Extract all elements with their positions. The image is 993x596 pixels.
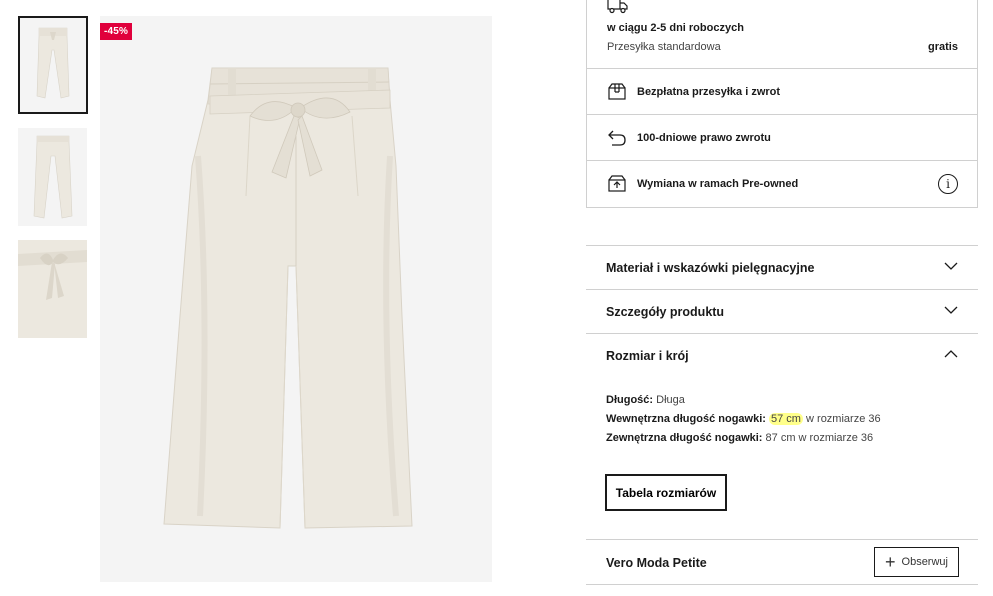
accordion-material[interactable]: Materiał i wskazówki pielęgnacyjne bbox=[586, 246, 978, 290]
product-accordion: Materiał i wskazówki pielęgnacyjne Szcze… bbox=[586, 245, 978, 378]
shipping-standard: w ciągu 2-5 dni roboczych Przesyłka stan… bbox=[587, 0, 977, 69]
box-icon bbox=[607, 82, 627, 102]
follow-label: Obserwuj bbox=[901, 556, 948, 568]
preowned-box-icon bbox=[607, 174, 627, 194]
plus-icon: + bbox=[885, 552, 896, 572]
discount-badge: -45% bbox=[100, 23, 133, 40]
shipping-price: gratis bbox=[928, 41, 958, 53]
trousers-illustration bbox=[163, 67, 413, 529]
size-table-button[interactable]: Tabela rozmiarów bbox=[605, 474, 727, 511]
accordion-size-fit-title: Rozmiar i krój bbox=[606, 349, 689, 363]
accordion-details[interactable]: Szczegóły produktu bbox=[586, 290, 978, 334]
shipping-type: Przesyłka standardowa bbox=[607, 41, 721, 53]
preowned-row: Wymiana w ramach Pre-owned i bbox=[587, 161, 977, 207]
thumbnail-front[interactable] bbox=[18, 16, 88, 114]
brand-row: Vero Moda Petite + Obserwuj bbox=[586, 539, 978, 585]
outer-leg-value: 87 cm w rozmiarze 36 bbox=[765, 432, 874, 444]
length-label: Długość: bbox=[606, 394, 654, 406]
preowned-label: Wymiana w ramach Pre-owned bbox=[637, 178, 799, 190]
brand-name[interactable]: Vero Moda Petite bbox=[606, 556, 707, 570]
accordion-size-fit[interactable]: Rozmiar i krój bbox=[586, 334, 978, 378]
thumbnail-back[interactable] bbox=[18, 128, 87, 226]
size-fit-details: Długość: Długa Wewnętrzna długość nogawk… bbox=[606, 391, 881, 448]
inner-leg-line: Wewnętrzna długość nogawki: 57 cm w rozm… bbox=[606, 410, 881, 429]
outer-leg-label: Zewnętrzna długość nogawki: bbox=[606, 432, 763, 444]
chevron-down-icon bbox=[944, 262, 958, 270]
return-arrow-icon bbox=[607, 128, 627, 148]
info-icon[interactable]: i bbox=[938, 174, 958, 194]
return-policy-row: 100-dniowe prawo zwrotu bbox=[587, 115, 977, 161]
free-shipping-row: Bezpłatna przesyłka i zwrot bbox=[587, 69, 977, 115]
accordion-details-title: Szczegóły produktu bbox=[606, 304, 725, 319]
thumbnail-detail[interactable] bbox=[18, 240, 87, 338]
main-product-image[interactable]: -45% bbox=[100, 16, 492, 582]
delivery-info-box: w ciągu 2-5 dni roboczych Przesyłka stan… bbox=[586, 0, 978, 208]
inner-leg-suffix: w rozmiarze 36 bbox=[806, 413, 881, 425]
length-value: Długa bbox=[656, 394, 685, 406]
free-shipping-label: Bezpłatna przesyłka i zwrot bbox=[637, 85, 781, 98]
chevron-down-icon bbox=[944, 306, 958, 314]
length-line: Długość: Długa bbox=[606, 391, 881, 410]
chevron-up-icon bbox=[944, 350, 958, 358]
return-policy-label: 100-dniowe prawo zwrotu bbox=[637, 131, 771, 144]
follow-button[interactable]: + Obserwuj bbox=[874, 547, 959, 577]
shipping-days: w ciągu 2-5 dni roboczych bbox=[607, 22, 744, 34]
inner-leg-label: Wewnętrzna długość nogawki: bbox=[606, 413, 766, 425]
inner-leg-value: 57 cm bbox=[769, 413, 803, 425]
thumbnail-list bbox=[18, 16, 88, 352]
truck-icon bbox=[607, 0, 628, 14]
accordion-material-title: Materiał i wskazówki pielęgnacyjne bbox=[606, 260, 815, 275]
outer-leg-line: Zewnętrzna długość nogawki: 87 cm w rozm… bbox=[606, 429, 881, 448]
